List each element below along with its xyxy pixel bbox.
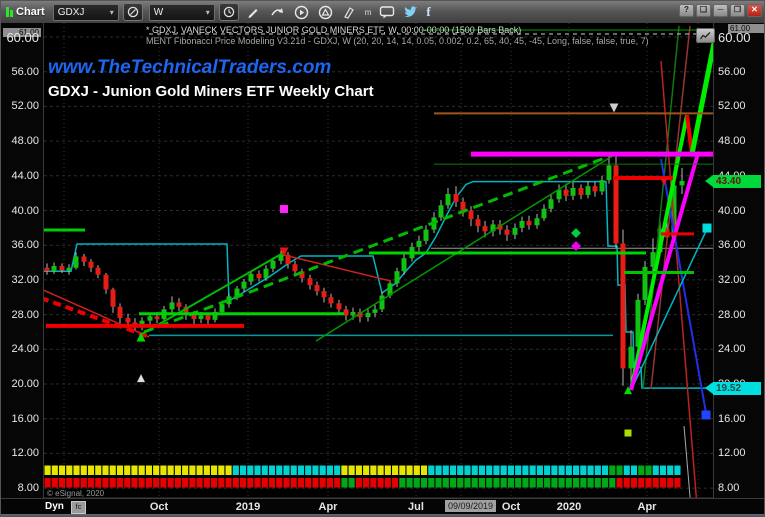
restore-button[interactable]: ❏ [696,4,711,17]
price-label: 24.00 [718,343,746,356]
price-label: 28.00 [718,308,746,321]
price-label: 56.00 [718,65,746,78]
price-label: 8.00 [17,482,39,495]
triangle-circle-icon [318,5,332,19]
date-label: Apr [318,501,338,513]
facebook-share[interactable]: f [426,4,430,20]
signal-markers [136,103,712,437]
price-label: 40.00 [718,204,746,217]
pencil-tool[interactable] [245,4,262,21]
price-label: 20.00 [11,378,39,390]
dyn-mode-icon[interactable]: fc [71,501,86,514]
price-label: 52.00 [11,100,39,113]
clock-button[interactable] [218,3,239,21]
marker-tool[interactable] [341,4,358,21]
maximize-button[interactable]: ❐ [730,4,745,17]
chevron-down-icon: ▾ [109,7,114,17]
bars-icon [6,7,13,17]
interval-select[interactable]: W ▾ [148,3,215,21]
trailing-stop-line [44,180,713,389]
price-axis-left[interactable]: 61.00 60.00 56.00 52.00 48.00 44.00 40.00 36.0… [1,23,44,514]
signal-strips [44,465,681,488]
chart-app-icon: Chart [6,6,45,18]
symbol-select[interactable]: GDXJ ▾ [52,3,119,21]
chart-title: GDXJ - Junion Gold Miners ETF Weekly Cha… [48,83,374,100]
price-label: 16.00 [11,412,39,425]
copyright-label: © eSignal, 2020 [47,489,105,498]
app-title: Chart [16,6,45,18]
support-lines [149,247,713,337]
chevron-down-icon: ▾ [205,7,210,17]
price-label: 36.00 [718,239,746,252]
price-label: 12.00 [11,447,39,460]
compass-icon [127,6,138,18]
date-tooltip: 09/09/2019 [445,500,497,512]
twitter-share[interactable] [402,4,419,21]
dyn-label[interactable]: Dyn [45,501,64,512]
app-window: Chart GDXJ ▾ W ▾ m f ? ❏ ─ ❐ ✕ 61.00 60.… [0,0,765,517]
mini-chart-button[interactable] [696,28,715,43]
price-label: 52.00 [718,100,746,113]
mini-chart-icon [700,31,711,39]
titlebar: Chart GDXJ ▾ W ▾ m f ? ❏ ─ ❐ ✕ [1,1,764,23]
price-axis-right[interactable]: 61.00 60.0056.0052.0048.0044.0040.0036.0… [713,23,764,514]
chat-tool[interactable] [378,4,395,21]
minimize-button[interactable]: ─ [713,4,728,17]
price-label: 44.00 [11,169,39,182]
close-button[interactable]: ✕ [747,4,762,17]
play-tool[interactable] [293,4,310,21]
price-label: 24.00 [11,343,39,356]
compass-button[interactable] [122,3,143,21]
twitter-icon [404,6,418,17]
marker-pen-icon [344,7,355,19]
curve-arrow-icon [271,8,283,16]
clock-icon [223,6,234,18]
symbol-value: GDXJ [57,6,85,18]
date-label: Jul [408,501,424,513]
date-label: 2020 [556,501,582,513]
price-label: 48.00 [11,135,39,148]
date-label: Oct [149,501,169,513]
price-label: 56.00 [11,65,39,78]
interval-value: W [153,6,164,18]
price-label: 32.00 [718,273,746,286]
chat-bubble-icon [379,5,395,18]
date-axis[interactable]: Dyn fc 09/09/2019 Oct 2019 Apr Jul Oct 2020 Ap… [1,498,764,515]
price-label: 28.00 [11,308,39,321]
price-label: 40.00 [11,204,39,217]
price-label: 12.00 [718,447,746,460]
price-label: 8.00 [718,482,740,495]
price-label: 60.00 [718,30,751,45]
window-controls: ? ❏ ─ ❐ ✕ [679,4,762,17]
m-tool[interactable]: m [365,8,372,17]
play-circle-icon [294,5,308,19]
pencil-icon [248,9,258,18]
last-price-tag: 43.40 [705,174,761,188]
price-label: 16.00 [718,412,746,425]
date-label: Apr [637,501,657,513]
curve-tool[interactable] [269,4,286,21]
study-descriptor: MENT Fibonacci Price Modeling V3.21d - G… [146,36,649,46]
chart-descriptor: * GDXJ, VANECK VECTORS JUNIOR GOLD MINER… [146,25,522,35]
help-button[interactable]: ? [679,4,694,17]
stop-price-tag: 19.52 [705,381,761,395]
date-label: 2019 [235,501,261,513]
watermark-link[interactable]: www.TheTechnicalTraders.com [48,57,331,79]
date-label: Oct [501,501,521,513]
candlesticks [44,153,685,389]
price-label: 36.00 [11,239,39,252]
price-label: 32.00 [11,273,39,286]
price-label: 60.00 [6,30,39,45]
price-label: 48.00 [718,135,746,148]
alert-tool[interactable] [317,4,334,21]
